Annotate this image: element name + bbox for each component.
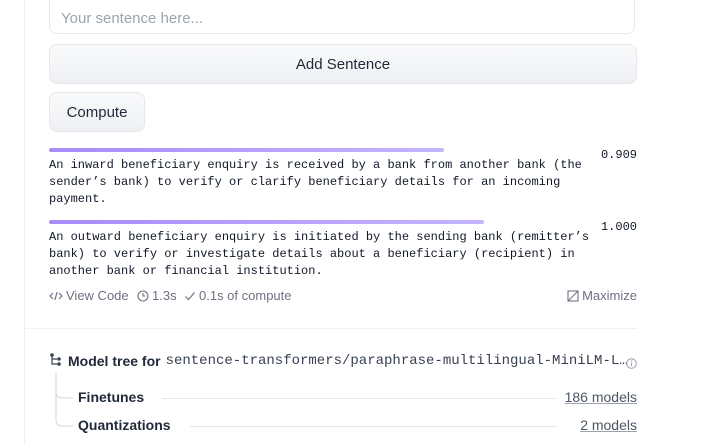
tree-row-name: Quantizations <box>78 417 179 433</box>
tree-row-finetunes[interactable]: Finetunes 186 models <box>78 389 637 407</box>
similarity-bar <box>49 220 484 224</box>
row-leader-line <box>190 426 557 427</box>
info-icon[interactable] <box>626 356 637 374</box>
compute-button[interactable]: Compute <box>49 92 145 132</box>
code-icon <box>49 290 63 302</box>
maximize-label: Maximize <box>582 288 637 303</box>
maximize-button[interactable]: Maximize <box>567 288 637 303</box>
section-divider <box>25 328 637 329</box>
add-sentence-button[interactable]: Add Sentence <box>49 44 637 84</box>
row-leader-line <box>162 398 557 399</box>
maximize-icon <box>567 289 579 302</box>
result-item: 1.000 An outward beneficiary enquiry is … <box>49 220 637 280</box>
check-icon <box>184 290 196 302</box>
clock-icon <box>137 289 149 302</box>
result-sentence: An outward beneficiary enquiry is initia… <box>49 230 590 278</box>
model-tree-icon <box>49 352 62 371</box>
tree-row-count-link[interactable]: 2 models <box>580 417 637 433</box>
tree-branch-lines <box>55 372 73 427</box>
view-code-link[interactable]: View Code <box>49 288 129 303</box>
view-code-label: View Code <box>66 288 129 303</box>
tree-row-name: Finetunes <box>78 389 153 405</box>
model-tree-model-name[interactable]: sentence-transformers/paraphrase-multili… <box>166 353 628 369</box>
similarity-score: 1.000 <box>600 220 637 234</box>
elapsed-time-value: 1.3s <box>152 288 177 303</box>
elapsed-time: 1.3s <box>137 288 177 303</box>
left-border <box>24 0 25 445</box>
inference-meta: View Code 1.3s 0.1s of compute Maximize <box>49 288 637 304</box>
model-tree-label: Model tree for <box>68 353 161 369</box>
result-item: 0.909 An inward beneficiary enquiry is r… <box>49 148 637 208</box>
result-sentence: An inward beneficiary enquiry is receive… <box>49 158 582 206</box>
tree-row-quantizations[interactable]: Quantizations 2 models <box>78 417 637 435</box>
similarity-score: 0.909 <box>600 148 637 162</box>
compute-time-value: 0.1s of compute <box>199 288 292 303</box>
sentence-input[interactable] <box>49 0 635 34</box>
similarity-bar <box>49 148 444 152</box>
compute-time: 0.1s of compute <box>184 288 292 303</box>
tree-row-count-link[interactable]: 186 models <box>565 389 637 405</box>
model-tree-header: Model tree for sentence-transformers/par… <box>49 352 628 370</box>
